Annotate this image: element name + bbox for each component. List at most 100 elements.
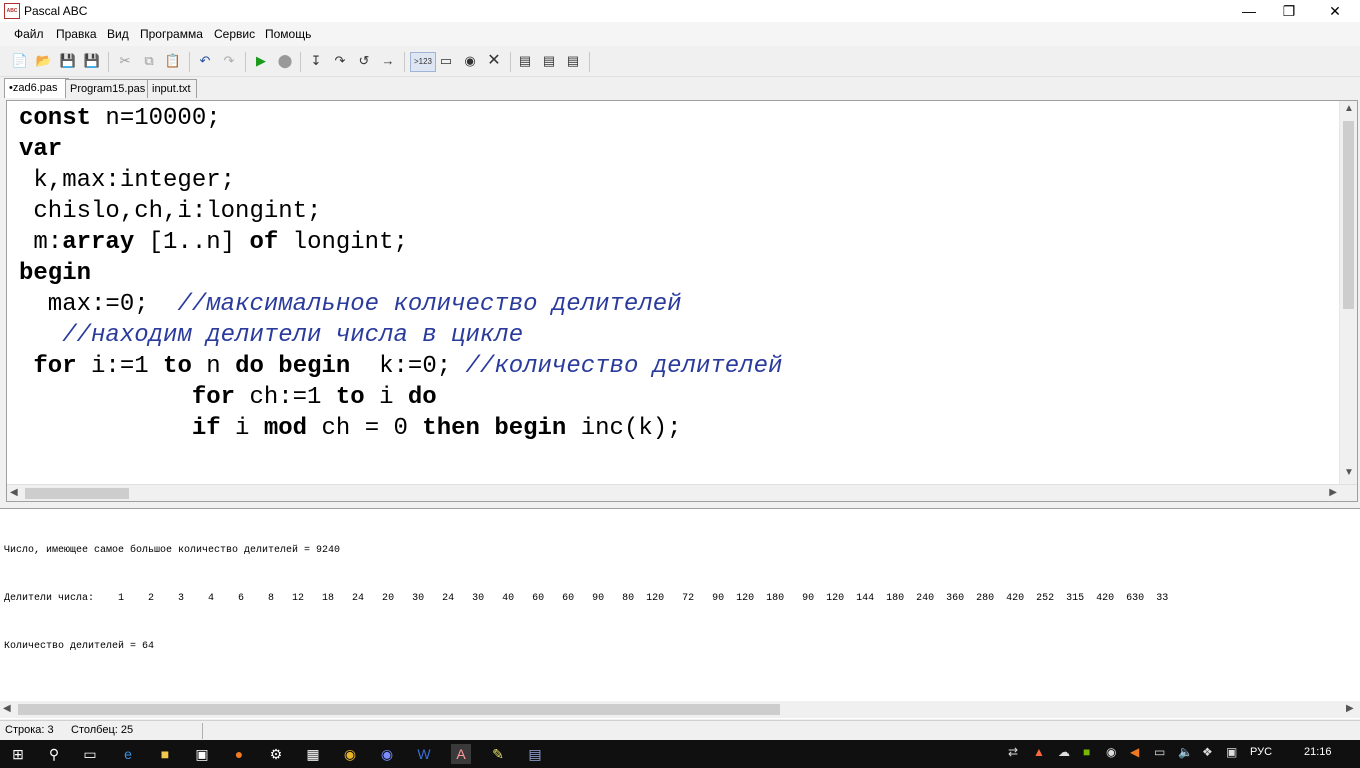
scroll-down-icon[interactable]: ▼ — [1344, 467, 1354, 478]
horizontal-scroll-thumb[interactable] — [25, 488, 129, 499]
editor-vertical-scrollbar[interactable]: ▲ ▼ — [1339, 101, 1357, 485]
code-line[interactable]: max:=0; //максимальное количество делите… — [19, 289, 782, 320]
output-horizontal-scrollbar[interactable]: ◀ ▶ — [0, 701, 1360, 718]
restore-button[interactable]: ❐ — [1266, 0, 1312, 22]
scroll-left-icon[interactable]: ◀ — [10, 487, 18, 498]
open-file-icon[interactable]: 📂 — [35, 52, 53, 70]
watch-icon[interactable]: ◉ — [461, 52, 479, 70]
step-into-icon[interactable]: ↧ — [307, 52, 325, 70]
code-token: m: — [19, 229, 63, 256]
code-line[interactable]: if i mod ch = 0 then begin inc(k); — [19, 413, 782, 444]
code-line[interactable]: for ch:=1 to i do — [19, 382, 782, 413]
menu-help[interactable]: Помощь — [265, 27, 311, 41]
cut-icon[interactable]: ✂ — [116, 52, 134, 70]
output-scroll-thumb[interactable] — [18, 704, 780, 715]
file-explorer-icon[interactable]: ■ — [155, 744, 175, 764]
tray-display-icon[interactable]: ▭ — [1154, 745, 1165, 759]
paste-icon[interactable]: 📋 — [164, 52, 182, 70]
chrome-icon[interactable]: ◉ — [340, 744, 360, 764]
firefox-icon[interactable]: ● — [229, 744, 249, 764]
code-token: chislo,ch,i:longint; — [19, 198, 322, 225]
notepad-icon[interactable]: ✎ — [488, 744, 508, 764]
copy-icon[interactable]: ⧉ — [140, 52, 158, 70]
code-line[interactable]: m:array [1..n] of longint; — [19, 227, 782, 258]
close-x-icon[interactable]: ✕ — [485, 52, 503, 70]
pascal-abc-taskbar-icon[interactable]: A — [451, 744, 471, 764]
tab-zad6[interactable]: •zad6.pas — [4, 78, 69, 98]
code-keyword: to — [335, 384, 365, 411]
code-keyword: const — [19, 105, 92, 132]
compile-icon[interactable]: ▤ — [516, 52, 534, 70]
code-token: [1..n] — [134, 229, 250, 256]
output-text: Число, имеющее самое большое количество … — [4, 511, 1168, 687]
menu-view[interactable]: Вид — [107, 27, 129, 41]
task-view-icon[interactable]: ▭ — [80, 744, 100, 764]
stop-icon[interactable]: ⬤ — [276, 52, 294, 70]
menu-service[interactable]: Сервис — [214, 27, 255, 41]
tray-network-icon[interactable]: ⇄ — [1008, 745, 1018, 759]
scroll-right-icon[interactable]: ▶ — [1329, 487, 1337, 498]
code-line[interactable]: //находим делители числа в цикле — [19, 320, 782, 351]
code-line[interactable]: k,max:integer; — [19, 165, 782, 196]
save-icon[interactable]: 💾 — [59, 52, 77, 70]
code-line[interactable]: chislo,ch,i:longint; — [19, 196, 782, 227]
run-icon[interactable]: ▶ — [252, 52, 270, 70]
search-icon[interactable]: ⚲ — [44, 744, 64, 764]
code-token: i:=1 — [76, 353, 164, 380]
tray-cloud-icon[interactable]: ☁ — [1058, 745, 1070, 759]
run-to-line-button[interactable]: >123 — [410, 52, 436, 72]
edge-browser-icon[interactable]: e — [118, 744, 138, 764]
tab-input-txt[interactable]: input.txt — [147, 79, 197, 98]
tray-update-icon[interactable]: ▲ — [1033, 745, 1045, 759]
calculator-icon[interactable]: ▦ — [303, 744, 323, 764]
code-text[interactable]: const n=10000; var k,max:integer; chislo,… — [19, 103, 782, 444]
app-icon[interactable]: ⚙ — [266, 744, 286, 764]
tray-nvidia-icon[interactable]: ■ — [1083, 745, 1090, 759]
code-token: inc(k); — [566, 415, 682, 442]
new-file-icon[interactable]: 📄 — [11, 52, 29, 70]
vertical-scroll-thumb[interactable] — [1343, 121, 1354, 309]
redo-icon[interactable]: ↷ — [220, 52, 238, 70]
status-separator — [202, 723, 203, 739]
code-line[interactable]: var — [19, 134, 782, 165]
windows-start-icon[interactable]: ⊞ — [8, 744, 28, 764]
code-line[interactable]: begin — [19, 258, 782, 289]
output-window-icon[interactable]: ▭ — [437, 52, 455, 70]
run-to-cursor-icon[interactable]: → — [379, 52, 397, 70]
menu-edit[interactable]: Правка — [56, 27, 97, 41]
notes-icon[interactable]: ▤ — [525, 744, 545, 764]
menu-program[interactable]: Программа — [140, 27, 203, 41]
tray-speaker-muted-icon[interactable]: ◀ — [1130, 745, 1139, 759]
undo-icon[interactable]: ↶ — [196, 52, 214, 70]
close-window-button[interactable]: ✕ — [1312, 0, 1358, 22]
editor-horizontal-scrollbar[interactable]: ◀ ▶ — [7, 484, 1357, 501]
tray-app-icon[interactable]: ◉ — [1106, 745, 1116, 759]
code-keyword: of — [249, 229, 279, 256]
step-out-icon[interactable]: ↺ — [355, 52, 373, 70]
code-line[interactable]: for i:=1 to n do begin k:=0; //количеств… — [19, 351, 782, 382]
step-over-icon[interactable]: ↷ — [331, 52, 349, 70]
code-line[interactable]: const n=10000; — [19, 103, 782, 134]
tray-dropbox-icon[interactable]: ❖ — [1202, 745, 1213, 759]
scroll-left-icon[interactable]: ◀ — [3, 703, 11, 714]
tray-clock[interactable]: 21:16 — [1304, 746, 1332, 758]
tray-chat-icon[interactable]: ▣ — [1226, 745, 1237, 759]
output-window[interactable]: Число, имеющее самое большое количество … — [0, 508, 1360, 719]
tab-program15[interactable]: Program15.pas — [65, 79, 151, 98]
build-icon[interactable]: ▤ — [540, 52, 558, 70]
code-keyword: array — [62, 229, 135, 256]
tray-volume-icon[interactable]: 🔈 — [1178, 745, 1193, 759]
code-keyword: for — [33, 353, 77, 380]
browser-icon[interactable]: ◉ — [377, 744, 397, 764]
tray-language[interactable]: РУС — [1250, 746, 1272, 758]
menu-file[interactable]: Файл — [14, 27, 44, 41]
toolbar-separator — [510, 52, 511, 72]
save-all-icon[interactable]: 💾 — [83, 52, 101, 70]
scroll-right-icon[interactable]: ▶ — [1346, 703, 1354, 714]
rebuild-icon[interactable]: ▤ — [564, 52, 582, 70]
word-icon[interactable]: W — [414, 744, 434, 764]
scroll-up-icon[interactable]: ▲ — [1344, 103, 1354, 114]
store-icon[interactable]: ▣ — [192, 744, 212, 764]
code-editor[interactable]: const n=10000; var k,max:integer; chislo,… — [6, 100, 1358, 502]
code-token: longint; — [278, 229, 408, 256]
